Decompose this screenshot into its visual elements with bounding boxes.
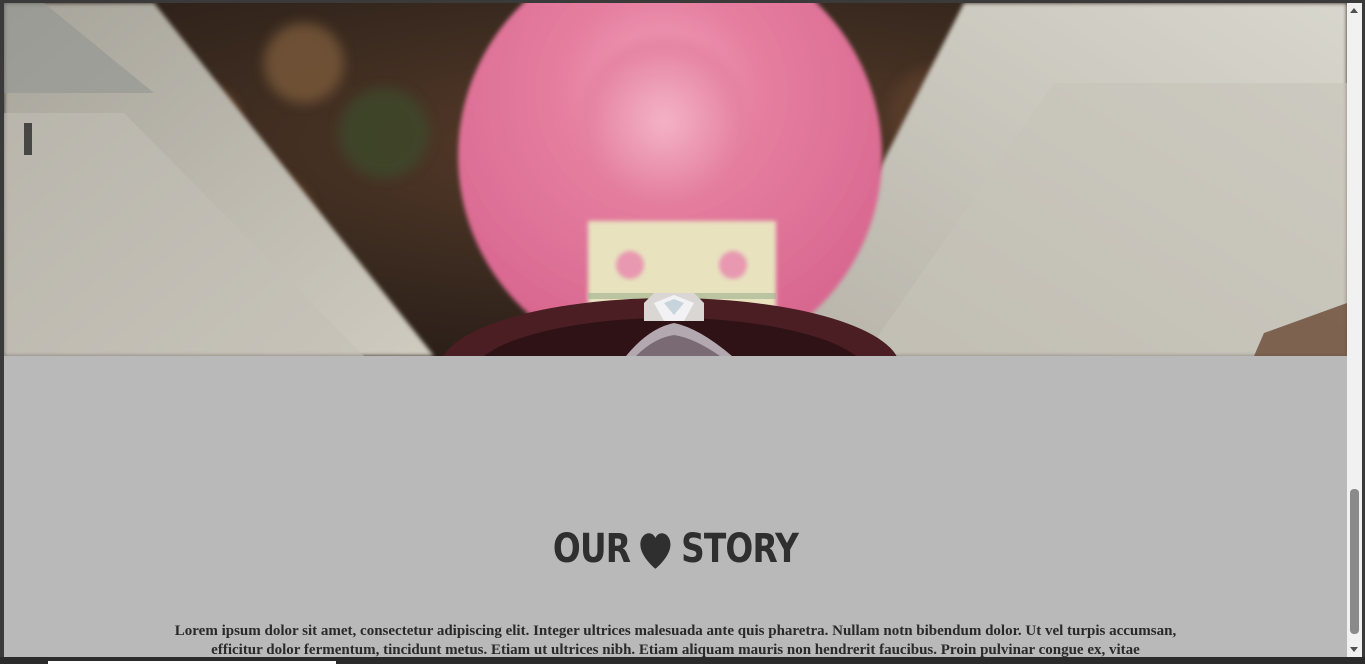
hero-image xyxy=(4,3,1347,356)
our-story-section: OUR STORY Lorem ipsum dolor sit amet, co… xyxy=(4,356,1347,657)
story-line-1: Lorem ipsum dolor sit amet, consectetur … xyxy=(174,623,1177,639)
story-heading-right: STORY xyxy=(681,526,799,572)
scroll-up-arrow-icon[interactable] xyxy=(1350,8,1358,13)
story-paragraph: Lorem ipsum dolor sit amet, consectetur … xyxy=(134,622,1217,657)
story-line-2: efficitur dolor fermentum, tincidunt met… xyxy=(211,642,1140,657)
vertical-scrollbar[interactable] xyxy=(1347,3,1362,657)
heart-icon xyxy=(640,533,671,569)
ring-photo xyxy=(4,3,1347,356)
story-heading-left: OUR xyxy=(552,526,631,572)
scroll-down-arrow-icon[interactable] xyxy=(1350,647,1358,652)
story-heading: OUR STORY xyxy=(125,526,1226,572)
scroll-thumb[interactable] xyxy=(1350,489,1359,634)
taskbar xyxy=(0,657,1365,664)
page-viewport: OUR STORY Lorem ipsum dolor sit amet, co… xyxy=(4,3,1347,657)
